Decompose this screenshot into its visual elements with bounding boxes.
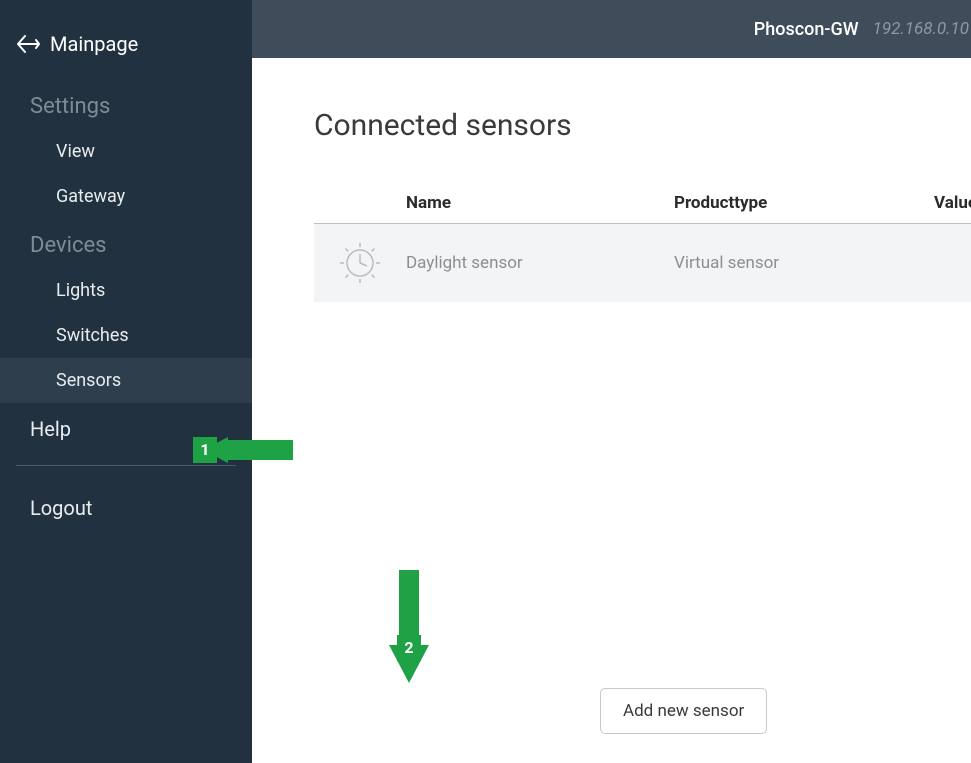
sidebar-item-switches[interactable]: Switches bbox=[0, 313, 252, 358]
table-header: Name Producttype Value bbox=[314, 183, 971, 224]
sidebar-item-lights[interactable]: Lights bbox=[0, 268, 252, 313]
sidebar-divider bbox=[16, 465, 236, 466]
column-header-name: Name bbox=[406, 193, 674, 213]
back-label: Mainpage bbox=[50, 32, 138, 56]
sidebar-item-gateway[interactable]: Gateway bbox=[0, 174, 252, 219]
gateway-ip: 192.168.0.10 bbox=[873, 19, 969, 39]
column-header-value: Value bbox=[934, 193, 971, 213]
sidebar-section-settings: Settings bbox=[0, 80, 252, 129]
sidebar-section-devices: Devices bbox=[0, 219, 252, 268]
back-to-mainpage[interactable]: Mainpage bbox=[0, 20, 252, 80]
row-producttype: Virtual sensor bbox=[674, 253, 934, 273]
sidebar-item-sensors[interactable]: Sensors bbox=[0, 358, 252, 403]
gateway-name: Phoscon-GW bbox=[754, 19, 859, 40]
table-row[interactable]: Daylight sensor Virtual sensor bbox=[314, 224, 971, 302]
main-area: Phoscon-GW 192.168.0.10 Connected sensor… bbox=[252, 0, 971, 763]
add-new-sensor-button[interactable]: Add new sensor bbox=[600, 688, 767, 734]
content: Connected sensors Name Producttype Value bbox=[252, 58, 971, 302]
sidebar-item-help[interactable]: Help bbox=[0, 403, 252, 455]
sidebar-item-logout[interactable]: Logout bbox=[0, 482, 252, 534]
row-name: Daylight sensor bbox=[406, 253, 674, 273]
page-title: Connected sensors bbox=[314, 108, 971, 143]
sensors-table: Name Producttype Value bbox=[314, 183, 971, 302]
sidebar-item-view[interactable]: View bbox=[0, 129, 252, 174]
sensor-clock-icon bbox=[314, 237, 406, 289]
back-arrow-icon bbox=[16, 34, 40, 54]
column-header-producttype: Producttype bbox=[674, 193, 934, 213]
sidebar: Mainpage Settings View Gateway Devices L… bbox=[0, 0, 252, 763]
topbar: Phoscon-GW 192.168.0.10 bbox=[252, 0, 971, 58]
